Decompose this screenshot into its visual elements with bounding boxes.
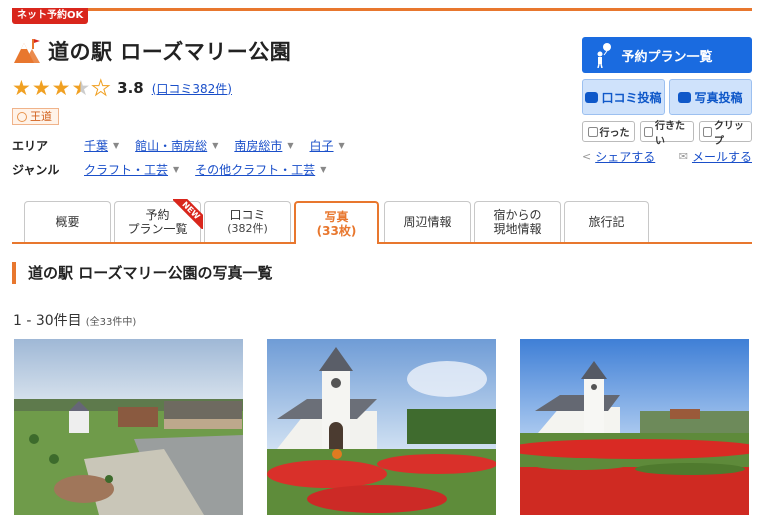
- tab-booking-plans[interactable]: 予約 プラン一覧 NEW: [114, 199, 203, 242]
- page-title: 道の駅 ローズマリー公園: [48, 40, 292, 64]
- reviews-count-link[interactable]: (口コミ382件): [152, 80, 232, 97]
- tab-overview[interactable]: 概要: [24, 201, 111, 242]
- caret-down-icon[interactable]: ▼: [287, 141, 293, 150]
- tab-reviews[interactable]: 口コミ (382件): [204, 201, 291, 242]
- result-count: 1 - 30件目 (全33件中): [13, 310, 136, 330]
- genre-link[interactable]: その他クラフト・工芸: [195, 161, 315, 178]
- tab-label: 概要: [55, 215, 80, 229]
- clip-button[interactable]: クリップ: [699, 121, 752, 147]
- booking-plans-button[interactable]: 予約プラン一覧: [582, 37, 752, 73]
- genre-link[interactable]: クラフト・工芸: [84, 161, 168, 178]
- post-review-label: 口コミ投稿: [601, 90, 662, 105]
- tab-sublabel: 現地情報: [493, 222, 542, 236]
- star-icon: ★: [51, 76, 71, 100]
- post-review-button[interactable]: 口コミ投稿: [582, 79, 665, 115]
- aerial-photo: [14, 339, 243, 515]
- area-link[interactable]: 館山・南房総: [135, 137, 207, 154]
- photo-thumbnail-church-1[interactable]: [267, 339, 496, 515]
- area-row: エリア 千葉 ▼ 館山・南房総 ▼ 南房総市 ▼ 白子 ▼: [12, 137, 361, 154]
- tab-label: 写真: [324, 209, 349, 224]
- tab-label: 口コミ: [229, 208, 266, 222]
- star-icon: ★: [31, 76, 51, 100]
- booking-plans-label: 予約プラン一覧: [621, 49, 713, 65]
- top-accent-line: [12, 8, 752, 11]
- net-booking-badge: ネット予約OK: [12, 8, 89, 24]
- star-rating: ★ ★ ★ ★ ★: [12, 76, 111, 100]
- half-star-icon: ★: [71, 76, 91, 100]
- tab-bar: 概要 予約 プラン一覧 NEW 口コミ (382件) 写真 (33枚) 周辺情報…: [12, 199, 752, 244]
- tab-hotel-local-info[interactable]: 宿からの 現地情報: [474, 201, 561, 242]
- title-row: 道の駅 ローズマリー公園: [12, 36, 291, 66]
- speech-bubble-icon: [585, 91, 599, 103]
- went-button[interactable]: 行った: [582, 121, 635, 142]
- post-photo-label: 写真投稿: [694, 90, 743, 105]
- mail-link[interactable]: メールする: [692, 148, 752, 165]
- area-link[interactable]: 白子: [310, 137, 334, 154]
- section-title: 道の駅 ローズマリー公園の写真一覧: [12, 262, 272, 284]
- want-to-go-button[interactable]: 行きたい: [640, 121, 694, 147]
- genre-row: ジャンル クラフト・工芸 ▼ その他クラフト・工芸 ▼: [12, 161, 342, 178]
- area-link[interactable]: 南房総市: [234, 137, 282, 154]
- rating-score: 3.8: [117, 79, 144, 97]
- new-ribbon-label: NEW: [173, 199, 203, 229]
- person-balloon-icon: [597, 43, 611, 68]
- pin-icon: [17, 111, 27, 122]
- share-icon: <: [582, 150, 592, 163]
- tab-travelogue[interactable]: 旅行記: [564, 201, 649, 242]
- share-link[interactable]: シェアする: [595, 148, 655, 165]
- caret-down-icon[interactable]: ▼: [212, 141, 218, 150]
- new-ribbon: NEW: [173, 199, 203, 229]
- tab-nearby[interactable]: 周辺情報: [384, 201, 471, 242]
- result-total: (全33件中): [85, 317, 137, 328]
- church-flowers-photo: [267, 339, 496, 515]
- mountain-facility-icon: [14, 39, 40, 63]
- caret-down-icon[interactable]: ▼: [339, 141, 345, 150]
- tab-sublabel: (382件): [227, 222, 268, 235]
- caret-down-icon[interactable]: ▼: [113, 141, 119, 150]
- tab-label: 宿からの: [493, 208, 542, 222]
- clip-label: クリップ: [713, 120, 744, 147]
- camera-icon: [678, 91, 692, 103]
- tab-photos[interactable]: 写真 (33枚): [294, 201, 379, 244]
- footprint-icon: [587, 126, 598, 137]
- action-panel: 予約プラン一覧 口コミ投稿 写真投稿 行った 行きたい クリップ < シェアする …: [582, 37, 752, 165]
- tab-label: 旅行記: [588, 215, 625, 229]
- want-to-go-label: 行きたい: [655, 120, 685, 147]
- mail-icon: ✉: [678, 150, 688, 163]
- odo-badge: 王道: [12, 108, 59, 125]
- paperclip-icon: [703, 126, 712, 137]
- post-photo-button[interactable]: 写真投稿: [669, 79, 752, 115]
- went-label: 行った: [599, 128, 630, 139]
- result-range: 1 - 30件目: [13, 313, 82, 329]
- area-label: エリア: [12, 139, 49, 153]
- star-icon: ★: [12, 76, 31, 100]
- caret-down-icon[interactable]: ▼: [173, 165, 179, 174]
- flag-icon: [644, 126, 653, 137]
- empty-star-icon: ★: [91, 76, 111, 100]
- photo-thumbnail-church-2[interactable]: [520, 339, 749, 515]
- rating-row: ★ ★ ★ ★ ★ 3.8 (口コミ382件): [12, 76, 232, 100]
- genre-label: ジャンル: [12, 163, 60, 177]
- church-red-flowers-photo: [520, 339, 749, 515]
- tab-label: 周辺情報: [403, 215, 452, 229]
- odo-label: 王道: [30, 110, 52, 123]
- photo-thumbnail-aerial[interactable]: [14, 339, 243, 515]
- tab-sublabel: (33枚): [316, 223, 357, 238]
- area-link[interactable]: 千葉: [84, 137, 108, 154]
- caret-down-icon[interactable]: ▼: [320, 165, 326, 174]
